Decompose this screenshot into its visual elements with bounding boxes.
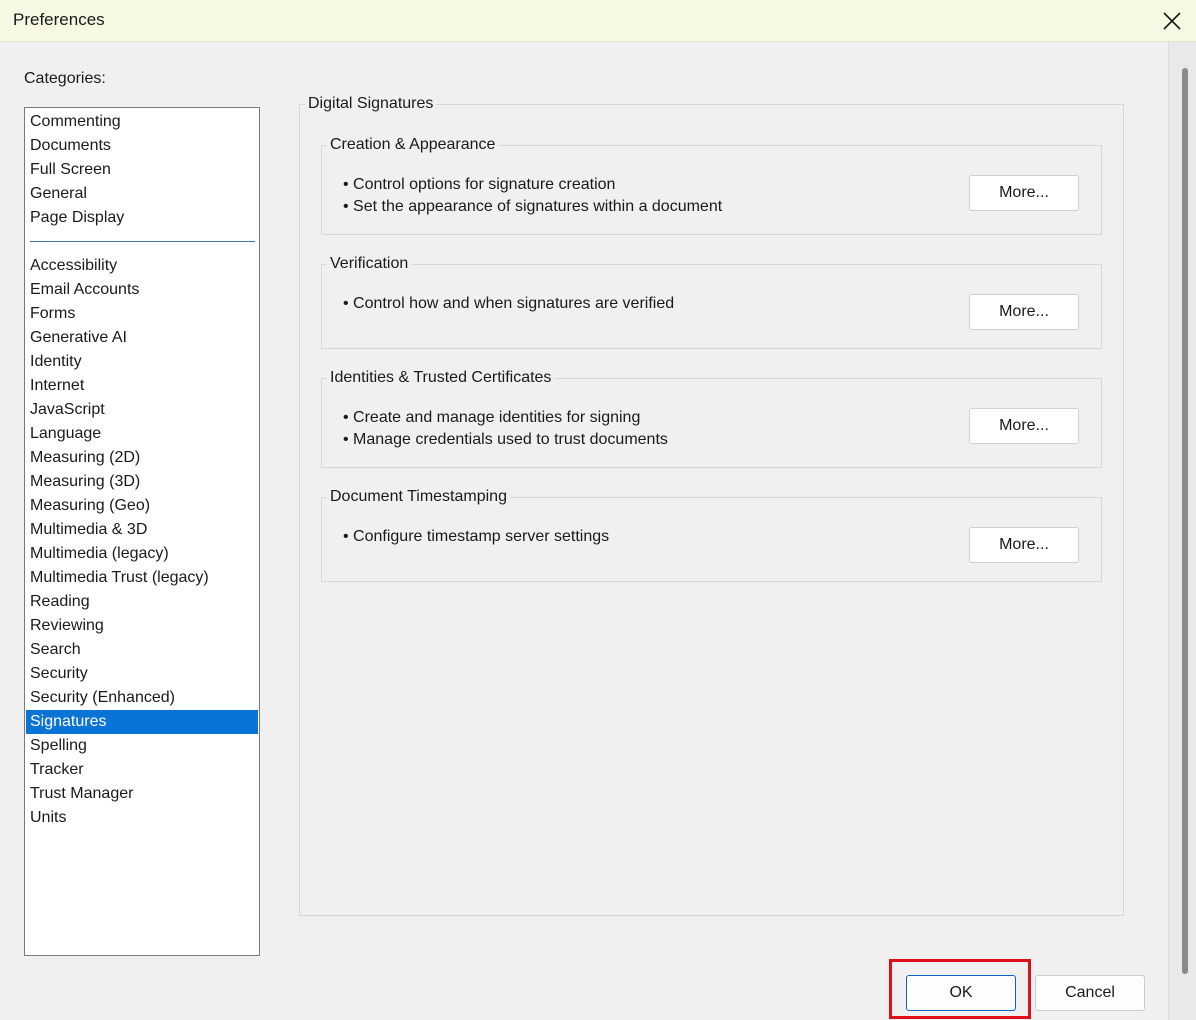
creation-appearance-more-button[interactable]: More... xyxy=(969,175,1079,211)
category-email-accounts[interactable]: Email Accounts xyxy=(26,278,258,302)
category-page-display[interactable]: Page Display xyxy=(26,206,258,230)
category-language[interactable]: Language xyxy=(26,422,258,446)
bullet-text: • Create and manage identities for signi… xyxy=(343,409,640,427)
category-multimedia-trust-legacy[interactable]: Multimedia Trust (legacy) xyxy=(26,566,258,590)
timestamping-more-button[interactable]: More... xyxy=(969,527,1079,563)
category-tracker[interactable]: Tracker xyxy=(26,758,258,782)
category-internet[interactable]: Internet xyxy=(26,374,258,398)
identities-more-button[interactable]: More... xyxy=(969,408,1079,444)
category-spelling[interactable]: Spelling xyxy=(26,734,258,758)
bullet-text: • Control how and when signatures are ve… xyxy=(343,295,674,313)
category-measuring-3d[interactable]: Measuring (3D) xyxy=(26,470,258,494)
bullet-text: • Set the appearance of signatures withi… xyxy=(343,198,722,216)
bullet-text: • Configure timestamp server settings xyxy=(343,528,609,546)
category-reading[interactable]: Reading xyxy=(26,590,258,614)
ok-button[interactable]: OK xyxy=(906,975,1016,1011)
close-icon xyxy=(1163,12,1181,30)
categories-label: Categories: xyxy=(24,70,106,88)
verification-more-button[interactable]: More... xyxy=(969,294,1079,330)
category-accessibility[interactable]: Accessibility xyxy=(26,254,258,278)
category-commenting[interactable]: Commenting xyxy=(26,110,258,134)
cancel-button[interactable]: Cancel xyxy=(1035,975,1145,1011)
category-general[interactable]: General xyxy=(26,182,258,206)
category-forms[interactable]: Forms xyxy=(26,302,258,326)
category-measuring-geo[interactable]: Measuring (Geo) xyxy=(26,494,258,518)
category-documents[interactable]: Documents xyxy=(26,134,258,158)
category-identity[interactable]: Identity xyxy=(26,350,258,374)
category-trust-manager[interactable]: Trust Manager xyxy=(26,782,258,806)
category-signatures[interactable]: Signatures xyxy=(26,710,258,734)
category-reviewing[interactable]: Reviewing xyxy=(26,614,258,638)
creation-appearance-title: Creation & Appearance xyxy=(327,136,498,154)
categories-list[interactable]: Commenting Documents Full Screen General… xyxy=(24,107,260,956)
digital-signatures-title: Digital Signatures xyxy=(305,95,436,113)
category-multimedia-3d[interactable]: Multimedia & 3D xyxy=(26,518,258,542)
verification-title: Verification xyxy=(327,255,411,273)
title-bar: Preferences xyxy=(0,0,1196,42)
window-title: Preferences xyxy=(13,10,105,30)
category-security[interactable]: Security xyxy=(26,662,258,686)
scrollbar-thumb[interactable] xyxy=(1182,68,1188,974)
category-units[interactable]: Units xyxy=(26,806,258,830)
close-button[interactable] xyxy=(1148,0,1196,42)
category-security-enhanced[interactable]: Security (Enhanced) xyxy=(26,686,258,710)
identities-title: Identities & Trusted Certificates xyxy=(327,369,554,387)
category-full-screen[interactable]: Full Screen xyxy=(26,158,258,182)
bullet-text: • Control options for signature creation xyxy=(343,176,615,194)
category-separator xyxy=(30,241,255,242)
category-measuring-2d[interactable]: Measuring (2D) xyxy=(26,446,258,470)
category-javascript[interactable]: JavaScript xyxy=(26,398,258,422)
category-generative-ai[interactable]: Generative AI xyxy=(26,326,258,350)
timestamping-title: Document Timestamping xyxy=(327,488,510,506)
category-search[interactable]: Search xyxy=(26,638,258,662)
category-multimedia-legacy[interactable]: Multimedia (legacy) xyxy=(26,542,258,566)
bullet-text: • Manage credentials used to trust docum… xyxy=(343,431,668,449)
